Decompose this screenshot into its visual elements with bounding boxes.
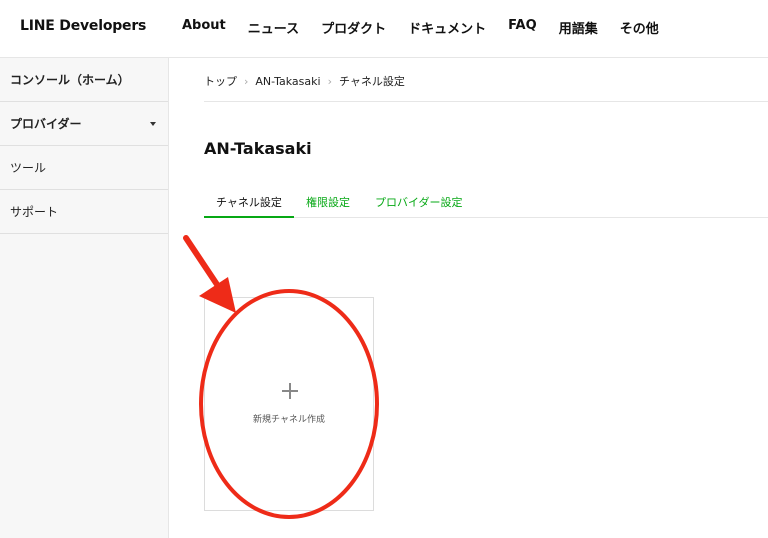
sidebar-item-providers[interactable]: プロバイダー [0, 102, 168, 146]
tab-permission-settings[interactable]: 権限設定 [306, 194, 350, 210]
sidebar-item-label: ツール [10, 161, 47, 175]
sidebar-item-label: プロバイダー [10, 117, 82, 131]
active-tab-indicator [204, 216, 294, 218]
tab-channel-settings[interactable]: チャネル設定 [216, 194, 282, 210]
divider [204, 101, 768, 102]
sidebar: コンソール（ホーム） プロバイダー ツール サポート [0, 58, 169, 538]
create-channel-card[interactable]: 新規チャネル作成 [204, 297, 374, 511]
page-title: AN-Takasaki [204, 139, 312, 158]
sidebar-item-tools[interactable]: ツール [0, 146, 168, 190]
nav-glossary[interactable]: 用語集 [559, 18, 598, 37]
breadcrumb-provider[interactable]: AN-Takasaki [255, 75, 320, 88]
nav-faq[interactable]: FAQ [508, 18, 537, 37]
chevron-right-icon: › [327, 74, 332, 88]
breadcrumb-current: チャネル設定 [338, 75, 405, 88]
main-nav: About ニュース プロダクト ドキュメント FAQ 用語集 その他 [182, 18, 681, 37]
line-developers-console: LINE Developers About ニュース プロダクト ドキュメント … [0, 0, 768, 538]
top-header: LINE Developers About ニュース プロダクト ドキュメント … [0, 0, 768, 58]
breadcrumb: トップ › AN-Takasaki › チャネル設定 [204, 73, 405, 89]
sidebar-item-label: コンソール（ホーム） [10, 73, 130, 87]
sidebar-item-support[interactable]: サポート [0, 190, 168, 234]
plus-icon [282, 383, 298, 399]
create-channel-label: 新規チャネル作成 [253, 415, 325, 425]
sidebar-item-console-home[interactable]: コンソール（ホーム） [0, 58, 168, 102]
nav-news[interactable]: ニュース [248, 18, 299, 37]
breadcrumb-top[interactable]: トップ [204, 73, 237, 89]
tab-bar: チャネル設定 権限設定 プロバイダー設定 [204, 186, 768, 218]
tab-provider-settings[interactable]: プロバイダー設定 [375, 194, 463, 210]
nav-about[interactable]: About [182, 18, 226, 37]
chevron-right-icon: › [244, 74, 249, 88]
nav-products[interactable]: プロダクト [321, 18, 386, 37]
sidebar-item-label: サポート [10, 205, 59, 219]
nav-more[interactable]: その他 [620, 18, 659, 37]
nav-documents[interactable]: ドキュメント [408, 18, 486, 37]
site-logo[interactable]: LINE Developers [20, 18, 146, 34]
chevron-down-icon[interactable] [150, 121, 156, 126]
